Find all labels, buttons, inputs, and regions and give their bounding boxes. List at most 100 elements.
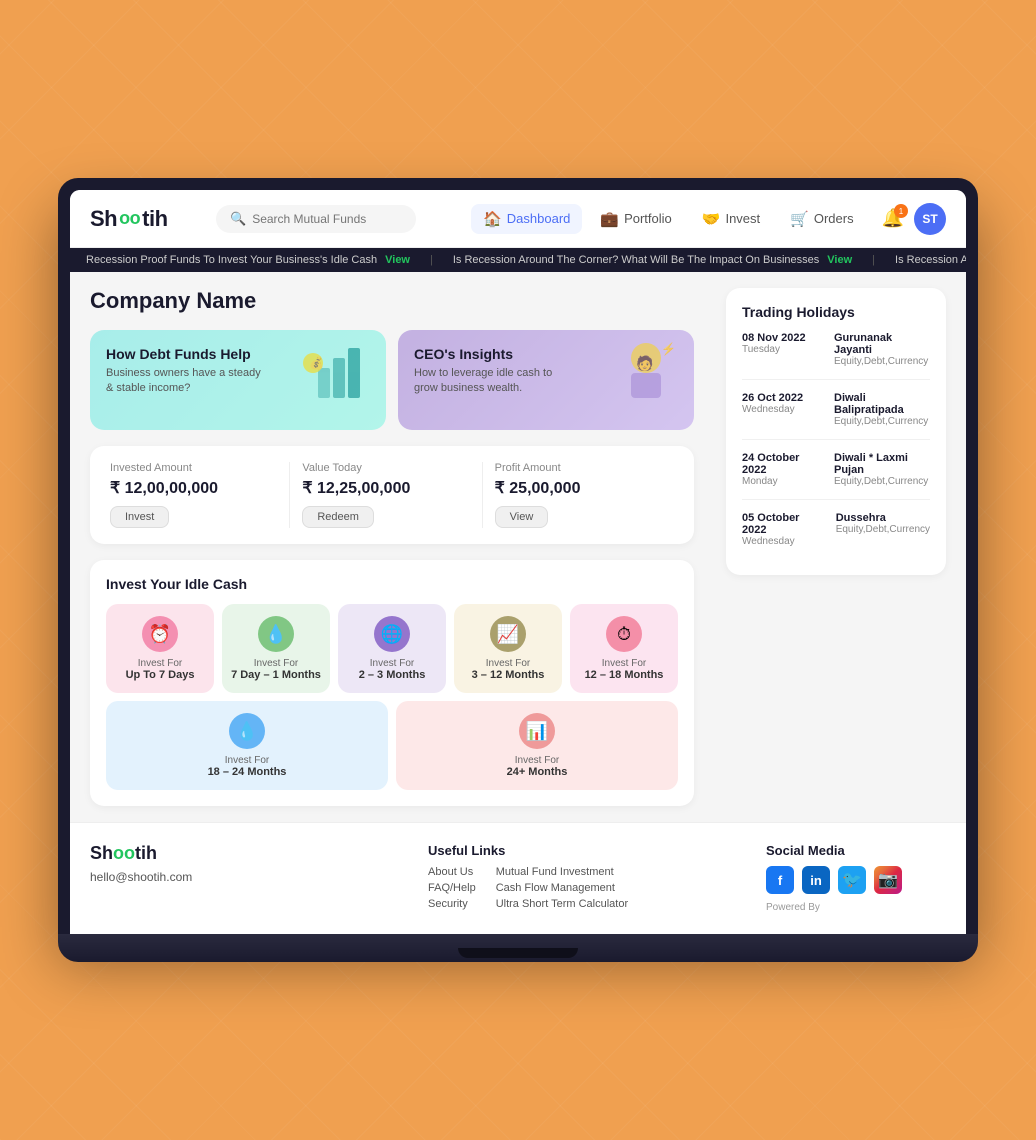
idle-cash-title: Invest Your Idle Cash [106, 576, 678, 592]
invest-card-12months[interactable]: 📈 Invest For 3 – 12 Months [454, 604, 562, 693]
article-ceo-title: CEO's Insights [414, 346, 574, 362]
ticker-item-3: Is Recession Around The Corner? What Wil… [895, 254, 966, 266]
ticker-text-2: Is Recession Around The Corner? What Wil… [453, 254, 819, 266]
holiday-1: 08 Nov 2022 Tuesday Gurunanak Jayanti Eq… [742, 332, 930, 380]
holiday-1-name: Gurunanak Jayanti [834, 332, 930, 356]
linkedin-icon[interactable]: in [802, 866, 830, 894]
avatar[interactable]: ST [914, 203, 946, 235]
svg-text:💰: 💰 [309, 356, 324, 370]
invest-card-24months[interactable]: 💧 Invest For 18 – 24 Months [106, 701, 388, 790]
footer: Shootih hello@shootih.com Useful Links A… [70, 822, 966, 934]
footer-link-cashflow[interactable]: Cash Flow Management [496, 882, 628, 894]
holidays-title: Trading Holidays [742, 304, 930, 320]
portfolio-icon: 💼 [600, 210, 619, 228]
invest-12months-label2: 3 – 12 Months [462, 669, 554, 681]
footer-link-faq[interactable]: FAQ/Help [428, 882, 476, 894]
nav-invest-label: Invest [725, 211, 760, 226]
nav-portfolio-label: Portfolio [624, 211, 672, 226]
notification-bell[interactable]: 🔔 1 [882, 208, 904, 229]
notification-badge: 1 [894, 204, 908, 218]
article-debt-illustration: 💰 [298, 338, 378, 418]
article-ceo-illustration: 🧑 ⚡ [606, 338, 686, 418]
holiday-3-type: Equity,Debt,Currency [834, 476, 930, 487]
footer-logo: Shootih [90, 843, 408, 864]
invest-1month-icon: 💧 [258, 616, 294, 652]
footer-link-security[interactable]: Security [428, 898, 476, 910]
ticker-text-3: Is Recession Around The Corner? What Wil… [895, 254, 966, 266]
idle-cash-section: Invest Your Idle Cash ⏰ Invest For Up To… [90, 560, 694, 806]
invest-card-24plus[interactable]: 📊 Invest For 24+ Months [396, 701, 678, 790]
svg-text:🧑: 🧑 [636, 354, 653, 372]
nav-orders-label: Orders [814, 211, 854, 226]
ticker-sep-2: | [872, 254, 875, 266]
invest-24months-label1: Invest For [114, 755, 380, 766]
invest-card-18months[interactable]: ⏱ Invest For 12 – 18 Months [570, 604, 678, 693]
invest-12months-label1: Invest For [462, 658, 554, 669]
invest-card-3months[interactable]: 🌐 Invest For 2 – 3 Months [338, 604, 446, 693]
view-button[interactable]: View [495, 506, 549, 528]
ticker-view-1[interactable]: View [385, 254, 410, 266]
nav-dashboard[interactable]: 🏠 Dashboard [471, 204, 582, 234]
holiday-3-date: 24 October 2022 [742, 452, 822, 476]
main-left: Company Name How Debt Funds Help Busines… [90, 288, 694, 806]
invest-card-1month[interactable]: 💧 Invest For 7 Day – 1 Months [222, 604, 330, 693]
nav-invest[interactable]: 🤝 Invest [690, 204, 772, 234]
nav-orders[interactable]: 🛒 Orders [778, 204, 865, 234]
invest-1month-label1: Invest For [230, 658, 322, 669]
footer-social: Social Media f in 🐦 📷 Powered By [766, 843, 946, 914]
invest-24plus-label1: Invest For [404, 755, 670, 766]
redeem-button[interactable]: Redeem [302, 506, 374, 528]
invest-3months-label2: 2 – 3 Months [346, 669, 438, 681]
holiday-4: 05 October 2022 Wednesday Dussehra Equit… [742, 512, 930, 559]
footer-link-calculator[interactable]: Ultra Short Term Calculator [496, 898, 628, 910]
ticker-view-2[interactable]: View [827, 254, 852, 266]
right-column: Trading Holidays 08 Nov 2022 Tuesday Gur… [726, 288, 946, 806]
stat-profit-value: ₹ 25,00,000 [495, 478, 662, 498]
footer-brand: Shootih hello@shootih.com [90, 843, 408, 914]
holiday-3-day: Monday [742, 476, 822, 487]
invest-12months-icon: 📈 [490, 616, 526, 652]
article-debt-funds[interactable]: How Debt Funds Help Business owners have… [90, 330, 386, 430]
holiday-3: 24 October 2022 Monday Diwali * Laxmi Pu… [742, 452, 930, 500]
footer-link-mutual[interactable]: Mutual Fund Investment [496, 866, 628, 878]
facebook-icon[interactable]: f [766, 866, 794, 894]
invest-card-7days[interactable]: ⏰ Invest For Up To 7 Days [106, 604, 214, 693]
nav-actions: 🔔 1 ST [882, 203, 946, 235]
laptop-notch [458, 948, 578, 958]
footer-link-about[interactable]: About Us [428, 866, 476, 878]
invest-3months-label1: Invest For [346, 658, 438, 669]
nav-portfolio[interactable]: 💼 Portfolio [588, 204, 683, 234]
search-input[interactable] [252, 212, 402, 226]
holiday-4-name: Dussehra [836, 512, 930, 524]
ticker-text-1: Recession Proof Funds To Invest Your Bus… [86, 254, 377, 266]
ticker-item-1: Recession Proof Funds To Invest Your Bus… [86, 254, 410, 266]
invest-18months-icon: ⏱ [606, 616, 642, 652]
holiday-1-date: 08 Nov 2022 [742, 332, 822, 344]
logo: Shootih [90, 206, 200, 232]
invest-24plus-label2: 24+ Months [404, 766, 670, 778]
article-debt-title: How Debt Funds Help [106, 346, 266, 362]
invest-24months-label2: 18 – 24 Months [114, 766, 380, 778]
stat-profit-label: Profit Amount [495, 462, 662, 474]
search-icon: 🔍 [230, 211, 246, 227]
invest-cards: ⏰ Invest For Up To 7 Days 💧 Invest For 7… [106, 604, 678, 790]
holiday-4-date: 05 October 2022 [742, 512, 824, 536]
nav-links: 🏠 Dashboard 💼 Portfolio 🤝 Invest 🛒 Order… [471, 204, 865, 234]
footer-email: hello@shootih.com [90, 870, 408, 884]
article-debt-desc: Business owners have a steady & stable i… [106, 366, 266, 397]
powered-by: Powered By [766, 902, 946, 913]
search-bar[interactable]: 🔍 [216, 205, 416, 233]
holiday-2-date: 26 Oct 2022 [742, 392, 822, 404]
footer-link-columns: About Us FAQ/Help Security Mutual Fund I… [428, 866, 746, 914]
footer-logo-arrow: oo [113, 843, 135, 863]
article-ceo-insights[interactable]: CEO's Insights How to leverage idle cash… [398, 330, 694, 430]
instagram-icon[interactable]: 📷 [874, 866, 902, 894]
twitter-icon[interactable]: 🐦 [838, 866, 866, 894]
logo-icon: oo [119, 208, 140, 229]
holiday-1-type: Equity,Debt,Currency [834, 356, 930, 367]
holiday-3-name: Diwali * Laxmi Pujan [834, 452, 930, 476]
holiday-2-day: Wednesday [742, 404, 822, 415]
ticker-sep-1: | [430, 254, 433, 266]
invest-button[interactable]: Invest [110, 506, 169, 528]
stat-invested-value: ₹ 12,00,00,000 [110, 478, 277, 498]
